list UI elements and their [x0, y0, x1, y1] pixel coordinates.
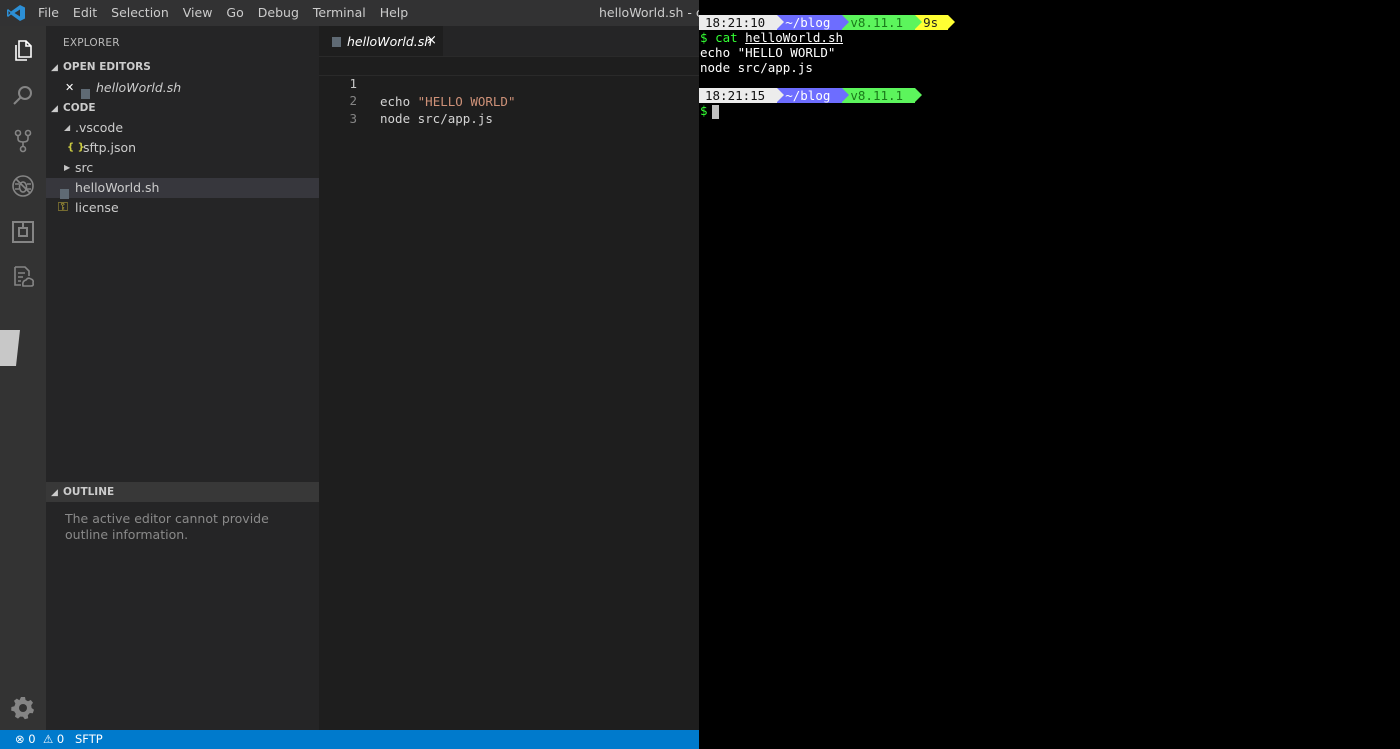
open-editor-item[interactable]: ✕ helloWorld.sh — [46, 78, 319, 99]
status-bar: ⊗ 0 ⚠ 0 SFTP — [0, 730, 699, 749]
tree-item-label: .vscode — [75, 120, 124, 135]
editor-tabs: helloWorld.sh × — [319, 26, 699, 56]
sidebar-title: EXPLORER — [63, 37, 120, 49]
menu-help[interactable]: Help — [373, 0, 416, 26]
prompt-time: 18:21:15 — [699, 88, 785, 103]
line-number: 3 — [349, 111, 357, 126]
editor-area[interactable]: helloWorld.sh × 1 echo "HELLO WORLD" 2 n… — [319, 26, 699, 730]
tree-item-license[interactable]: ⚿ license — [46, 198, 319, 218]
file-icon — [81, 88, 90, 99]
vscode-window: File Edit Selection View Go Debug Termin… — [0, 0, 699, 749]
code-line[interactable]: 2 node src/app.js — [319, 74, 699, 126]
license-key-icon: ⚿ — [58, 200, 68, 215]
code-text: node src/app.js — [380, 111, 493, 126]
tree-item-sftp-json[interactable]: { } sftp.json — [46, 138, 319, 158]
tree-item-src[interactable]: ▶ src — [46, 158, 319, 178]
output-line: echo "HELLO WORLD" — [700, 45, 836, 60]
chevron-down-icon: ◢ — [51, 63, 58, 73]
sftp-status[interactable]: SFTP — [75, 730, 103, 749]
prompt-time: 18:21:10 — [699, 15, 785, 30]
chevron-down-icon: ◢ — [64, 123, 71, 132]
extensions-icon[interactable] — [9, 218, 37, 246]
file-icon — [332, 37, 341, 47]
files-icon[interactable] — [9, 36, 37, 64]
close-icon[interactable]: ✕ — [65, 78, 74, 98]
prompt-path: ~/blog — [777, 88, 850, 103]
open-editor-label: helloWorld.sh — [96, 80, 182, 95]
output-line: node src/app.js — [700, 60, 813, 75]
search-icon[interactable] — [9, 82, 37, 110]
prompt-line: 18:21:15 ~/blog v8.11.1 — [699, 88, 922, 103]
tab-label: helloWorld.sh — [347, 34, 433, 49]
error-icon: ⊗ — [15, 732, 25, 746]
menu-file[interactable]: File — [31, 0, 66, 26]
folder-header-code[interactable]: ◢ CODE — [46, 98, 319, 118]
settings-gear-icon[interactable] — [9, 694, 37, 722]
source-control-icon[interactable] — [9, 127, 37, 155]
prompt-node-version: v8.11.1 — [842, 15, 922, 30]
debug-icon[interactable] — [9, 172, 37, 200]
chevron-down-icon: ◢ — [51, 104, 58, 114]
prompt-line: 18:21:10 ~/blog v8.11.1 9s — [699, 15, 956, 30]
tree-item-label: license — [75, 200, 119, 215]
code-line[interactable]: 1 echo "HELLO WORLD" — [319, 56, 699, 109]
tree-item-label: helloWorld.sh — [75, 180, 160, 195]
menu-selection[interactable]: Selection — [104, 0, 176, 26]
outline-empty-message: The active editor cannot provide outline… — [65, 511, 269, 542]
file-icon — [60, 188, 69, 199]
tree-item-label: src — [75, 160, 94, 175]
warning-icon: ⚠ — [42, 732, 54, 746]
menu-terminal[interactable]: Terminal — [306, 0, 373, 26]
tree-item-vscode[interactable]: ◢ .vscode — [46, 118, 319, 138]
input-line[interactable]: $ — [700, 103, 719, 119]
code-line[interactable]: 3 — [319, 92, 699, 126]
terminal-window[interactable]: 18:21:10 ~/blog v8.11.1 9s $ cat helloWo… — [699, 0, 1400, 749]
menu-view[interactable]: View — [176, 0, 220, 26]
menu-debug[interactable]: Debug — [251, 0, 306, 26]
title-bar: File Edit Selection View Go Debug Termin… — [0, 0, 699, 26]
problems-indicator[interactable]: ⊗ 0 ⚠ 0 — [15, 730, 64, 749]
chevron-right-icon: ▶ — [64, 163, 71, 172]
tab-helloworld-sh[interactable]: helloWorld.sh × — [319, 26, 443, 56]
explorer-sidebar: EXPLORER ◢ OPEN EDITORS ✕ helloWorld.sh ◢… — [46, 26, 319, 730]
prompt-node-version: v8.11.1 — [842, 88, 922, 103]
remote-explorer-icon[interactable] — [9, 263, 37, 291]
chevron-down-icon: ◢ — [51, 488, 58, 498]
outline-header[interactable]: ◢ OUTLINE — [46, 482, 319, 502]
prompt-path: ~/blog — [777, 15, 850, 30]
menu-bar: File Edit Selection View Go Debug Termin… — [31, 0, 415, 26]
tree-item-label: sftp.json — [83, 140, 137, 155]
text-cursor — [711, 104, 719, 119]
activity-bar: 1 — [0, 26, 46, 749]
menu-edit[interactable]: Edit — [66, 0, 104, 26]
sidebar-resize-handle[interactable] — [0, 330, 20, 366]
window-title: helloWorld.sh - code — [599, 5, 699, 20]
command-line: $ cat helloWorld.sh — [700, 30, 844, 45]
tree-item-helloworld-sh[interactable]: helloWorld.sh — [46, 178, 319, 199]
open-editors-header[interactable]: ◢ OPEN EDITORS — [46, 57, 319, 77]
vscode-logo-icon[interactable] — [6, 4, 26, 22]
tab-close-icon[interactable]: × — [426, 33, 437, 48]
menu-go[interactable]: Go — [219, 0, 250, 26]
